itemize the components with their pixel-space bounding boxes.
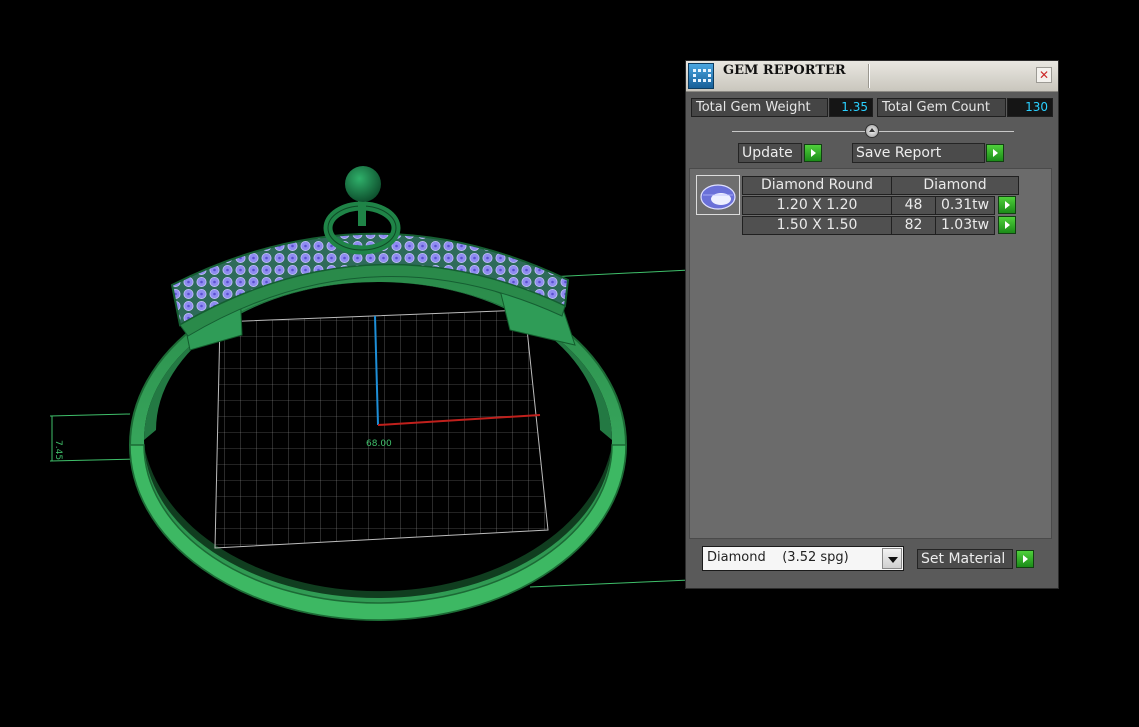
gem-reporter-app-icon <box>688 63 714 89</box>
dimension-center-label: 68.00 <box>366 439 392 449</box>
panel-titlebar[interactable]: GEM REPORTER ✕ <box>686 61 1058 92</box>
save-report-button[interactable]: Save Report <box>852 143 985 163</box>
material-select[interactable]: Diamond (3.52 spg) <box>702 546 904 571</box>
diamond-round-icon <box>700 184 736 210</box>
gem-weight-cell: 0.31tw <box>935 196 995 215</box>
panel-title: GEM REPORTER <box>723 63 846 78</box>
gem-material-header: Diamond <box>891 176 1019 195</box>
slider-toggle-icon[interactable] <box>865 124 879 138</box>
total-gem-weight-value: 1.35 <box>829 98 873 117</box>
gem-row-select-icon[interactable] <box>998 216 1016 234</box>
update-go-icon[interactable] <box>804 144 822 162</box>
total-gem-weight-label: Total Gem Weight <box>691 98 828 117</box>
chevron-down-icon[interactable] <box>882 548 902 569</box>
gem-count-cell: 48 <box>891 196 936 215</box>
construction-grid <box>214 309 549 549</box>
gem-size-cell: 1.20 X 1.20 <box>742 196 892 215</box>
dimension-top-label: 7.45 <box>53 440 63 460</box>
gem-reporter-panel: GEM REPORTER ✕ Total Gem Weight 1.35 Tot… <box>685 60 1059 589</box>
total-gem-count-value: 130 <box>1007 98 1053 117</box>
set-material-button[interactable]: Set Material <box>917 549 1013 569</box>
material-select-value: Diamond (3.52 spg) <box>707 550 849 565</box>
update-button[interactable]: Update <box>738 143 802 163</box>
gem-row-select-icon[interactable] <box>998 196 1016 214</box>
save-report-go-icon[interactable] <box>986 144 1004 162</box>
gem-shape-header: Diamond Round <box>742 176 892 195</box>
gem-size-cell: 1.50 X 1.50 <box>742 216 892 235</box>
title-divider <box>868 64 869 88</box>
set-material-go-icon[interactable] <box>1016 550 1034 568</box>
gem-count-cell: 82 <box>891 216 936 235</box>
gem-shape-thumbnail[interactable] <box>696 175 740 215</box>
close-icon[interactable]: ✕ <box>1036 67 1052 83</box>
gem-weight-cell: 1.03tw <box>935 216 995 235</box>
total-gem-count-label: Total Gem Count <box>877 98 1006 117</box>
